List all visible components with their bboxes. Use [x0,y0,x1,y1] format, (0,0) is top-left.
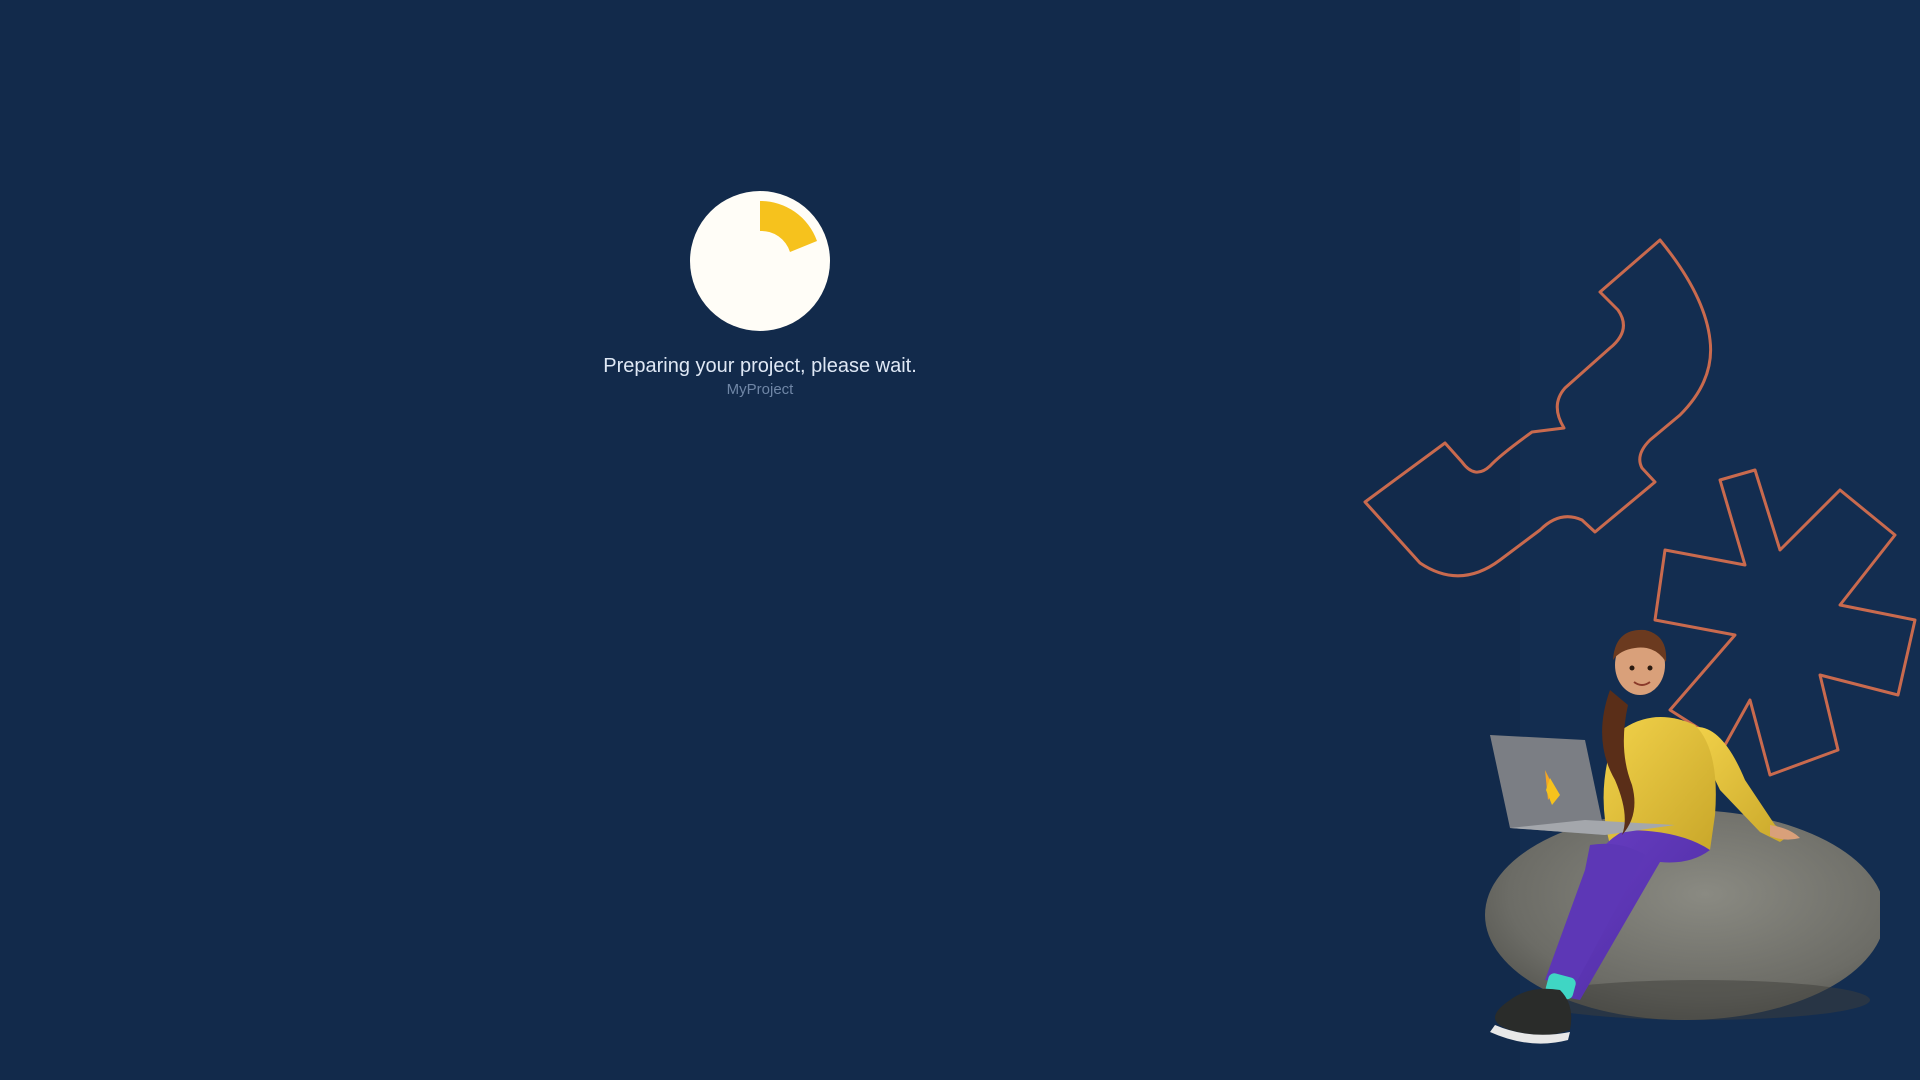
loading-page: Preparing your project, please wait. MyP… [0,0,1920,1080]
progress-spinner-icon [690,191,830,331]
loading-message: Preparing your project, please wait. [603,355,917,377]
eye-left [1629,665,1635,671]
wrench-outline-shape [1363,238,1713,578]
person-with-laptop-illustration [1485,629,1880,1044]
project-name: MyProject [726,381,794,398]
eye-right [1647,665,1653,671]
shoe [1495,988,1572,1035]
